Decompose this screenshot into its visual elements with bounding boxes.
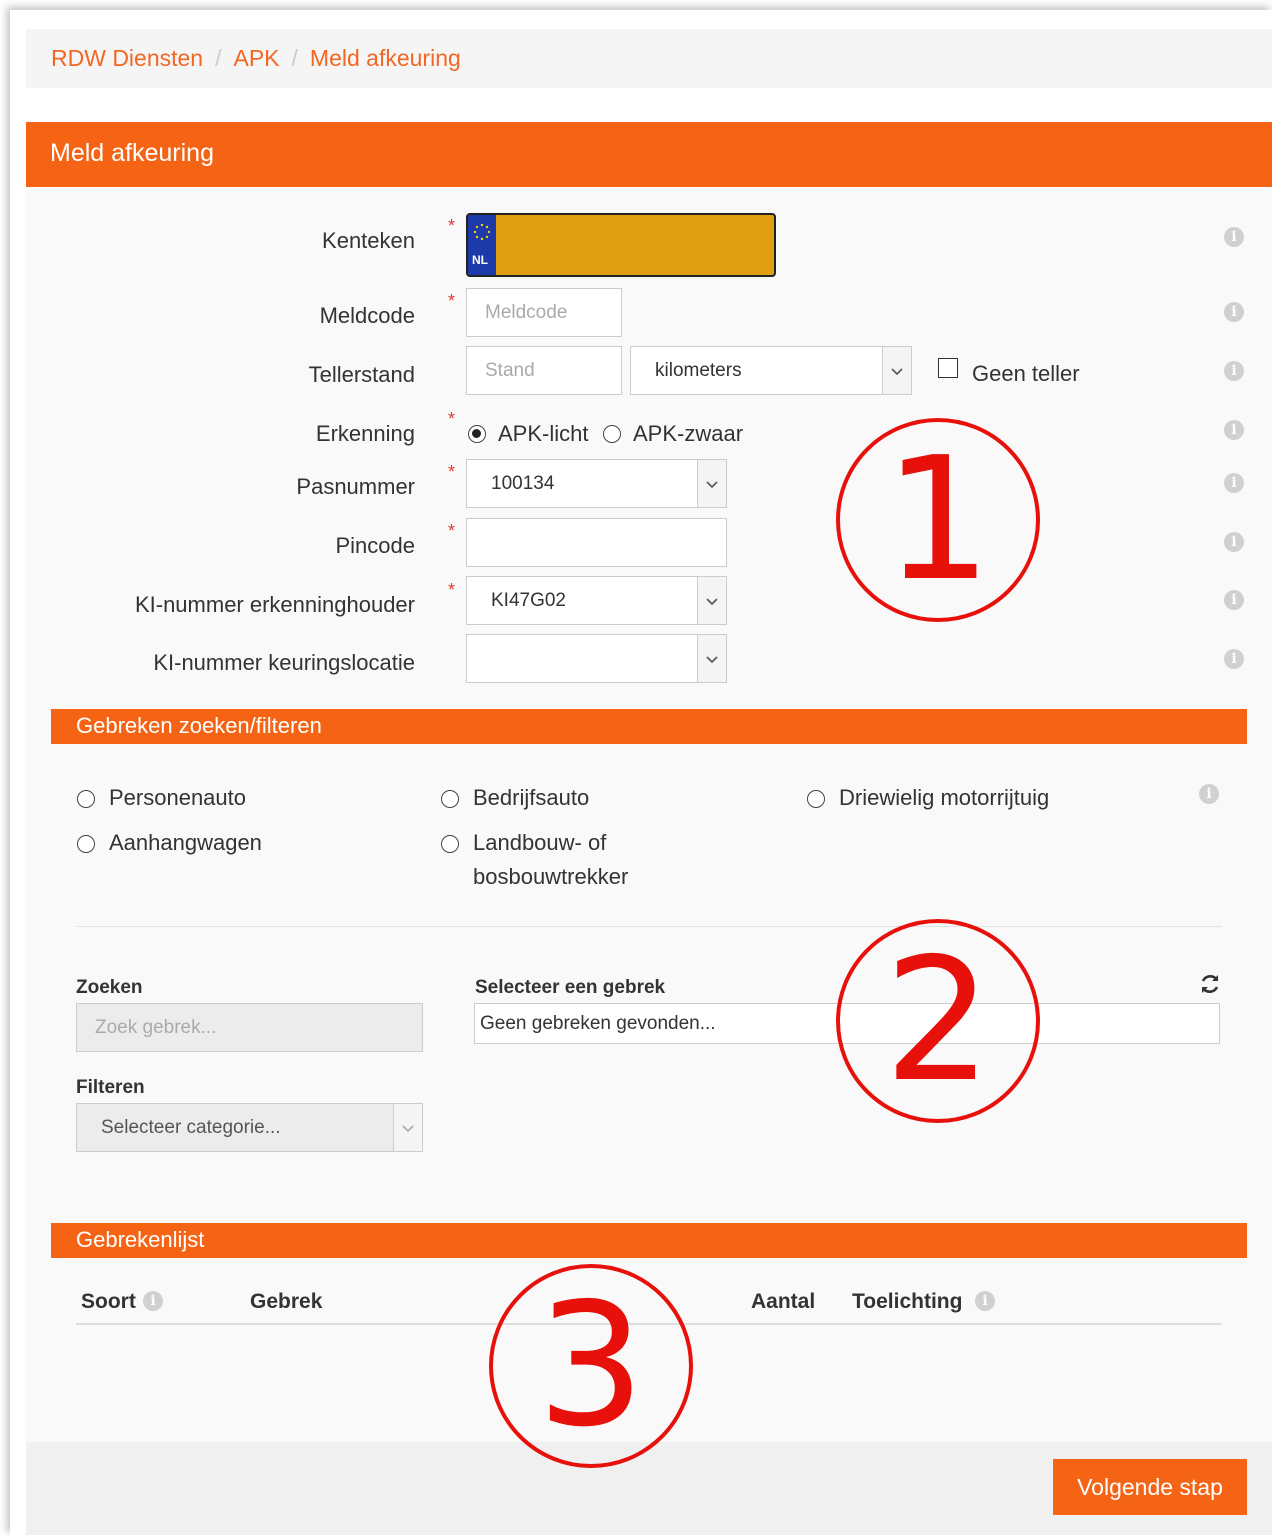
vehicle-bedrijfsauto-label: Bedrijfsauto — [473, 785, 590, 810]
meldcode-input[interactable]: Meldcode — [466, 288, 622, 337]
chevron-down-icon — [697, 577, 726, 624]
pincode-label: Pincode — [335, 533, 415, 558]
info-icon[interactable]: i — [1199, 784, 1219, 804]
column-header-aantal: Aantal — [751, 1290, 816, 1313]
filteren-label: Filteren — [76, 1077, 145, 1098]
pincode-input[interactable] — [466, 518, 727, 567]
chevron-down-icon — [393, 1104, 422, 1151]
vehicle-personenauto-radio[interactable] — [77, 790, 95, 808]
tellerstand-input[interactable]: Stand — [466, 346, 622, 395]
zoek-gebrek-input[interactable]: Zoek gebrek... — [76, 1003, 423, 1052]
breadcrumb-separator: / — [291, 45, 298, 71]
categorie-select-value: Selecteer categorie... — [101, 1116, 281, 1138]
column-header-gebrek: Gebrek — [250, 1290, 323, 1313]
info-icon[interactable]: i — [1224, 420, 1244, 440]
chevron-down-icon — [697, 635, 726, 682]
gebrekenlijst-title: Gebrekenlijst — [76, 1227, 205, 1252]
vehicle-landbouw-label-line1: Landbouw- of — [473, 830, 607, 855]
kinr-keuringslocatie-label: KI-nummer keuringslocatie — [153, 650, 415, 675]
vehicle-bedrijfsauto-radio[interactable] — [441, 790, 459, 808]
kenteken-plate-input[interactable]: NL — [466, 213, 776, 277]
vehicle-aanhangwagen-label: Aanhangwagen — [109, 830, 262, 855]
annotation-number-3: 3 — [489, 1264, 693, 1468]
required-marker: * — [448, 409, 456, 429]
eu-flag-icon: NL — [468, 215, 496, 275]
vehicle-aanhangwagen-radio[interactable] — [77, 835, 95, 853]
meldcode-label: Meldcode — [319, 303, 415, 328]
erkenning-apk-zwaar-radio[interactable] — [603, 425, 621, 443]
kinr-erkenninghouder-select[interactable]: KI47G02 — [466, 576, 727, 625]
erkenning-apk-licht-radio[interactable] — [468, 425, 486, 443]
info-icon[interactable]: i — [1224, 649, 1244, 669]
gebreken-section-header: Gebreken zoeken/filteren — [51, 709, 1247, 744]
erkenning-label: Erkenning — [315, 421, 415, 446]
kinr-erkenninghouder-label: KI-nummer erkenninghouder — [134, 592, 415, 617]
zoeken-label: Zoeken — [76, 977, 143, 998]
breadcrumb-link-apk[interactable]: APK — [234, 45, 280, 71]
unit-select[interactable]: kilometers — [630, 346, 912, 395]
column-header-toelichting: Toelichting — [852, 1290, 963, 1313]
divider — [76, 926, 1222, 927]
meld-afkeuring-panel: Meld afkeuring Kenteken * NL i Meldcode … — [26, 122, 1272, 1535]
erkenning-apk-zwaar-label: APK-zwaar — [633, 421, 744, 446]
pasnummer-select[interactable]: 100134 — [466, 459, 727, 508]
pasnummer-value: 100134 — [491, 472, 555, 494]
info-icon[interactable]: i — [1224, 590, 1244, 610]
info-icon[interactable]: i — [1224, 473, 1244, 493]
tellerstand-label: Tellerstand — [308, 362, 415, 387]
gebreken-section-title: Gebreken zoeken/filteren — [76, 713, 322, 738]
panel-header: Meld afkeuring — [26, 122, 1272, 187]
gebrekenlijst-section-header: Gebrekenlijst — [51, 1223, 1247, 1258]
required-marker: * — [448, 462, 456, 482]
refresh-icon[interactable] — [1198, 972, 1222, 996]
vehicle-personenauto-label: Personenauto — [109, 785, 246, 810]
required-marker: * — [448, 521, 456, 541]
vehicle-landbouw-label-line2: bosbouwtrekker — [473, 864, 629, 889]
annotation-number-2: 2 — [836, 919, 1040, 1123]
vehicle-driewielig-radio[interactable] — [807, 790, 825, 808]
required-marker: * — [448, 216, 456, 236]
info-icon[interactable]: i — [975, 1291, 995, 1311]
info-icon[interactable]: i — [1224, 532, 1244, 552]
annotation-number-1: 1 — [836, 418, 1040, 622]
erkenning-apk-licht-label: APK-licht — [498, 421, 589, 446]
volgende-stap-button[interactable]: Volgende stap — [1053, 1459, 1247, 1515]
info-icon[interactable]: i — [1224, 361, 1244, 381]
kinr-erkenninghouder-value: KI47G02 — [491, 589, 566, 611]
column-header-soort: Soort — [81, 1290, 136, 1313]
breadcrumb-separator: / — [215, 45, 222, 71]
breadcrumb-link-rdw-diensten[interactable]: RDW Diensten — [51, 45, 203, 71]
pasnummer-label: Pasnummer — [296, 474, 415, 499]
kenteken-label: Kenteken — [322, 228, 415, 253]
kinr-keuringslocatie-select[interactable] — [466, 634, 727, 683]
info-icon[interactable]: i — [1224, 227, 1244, 247]
breadcrumb-link-meld-afkeuring[interactable]: Meld afkeuring — [310, 45, 461, 71]
unit-select-value: kilometers — [655, 359, 742, 381]
required-marker: * — [448, 291, 456, 311]
vehicle-driewielig-label: Driewielig motorrijtuig — [839, 785, 1050, 810]
selecteer-gebrek-label: Selecteer een gebrek — [475, 977, 666, 998]
info-icon[interactable]: i — [1224, 302, 1244, 322]
required-marker: * — [448, 580, 456, 600]
breadcrumb: RDW Diensten / APK / Meld afkeuring — [26, 29, 1272, 88]
vehicle-landbouw-radio[interactable] — [441, 835, 459, 853]
page-title: Meld afkeuring — [50, 139, 214, 167]
geen-teller-checkbox[interactable] — [938, 358, 958, 378]
categorie-select[interactable]: Selecteer categorie... — [76, 1103, 423, 1152]
geen-teller-label: Geen teller — [972, 361, 1080, 386]
chevron-down-icon — [882, 347, 911, 394]
plate-country-code: NL — [472, 253, 488, 267]
info-icon[interactable]: i — [143, 1291, 163, 1311]
chevron-down-icon — [697, 460, 726, 507]
